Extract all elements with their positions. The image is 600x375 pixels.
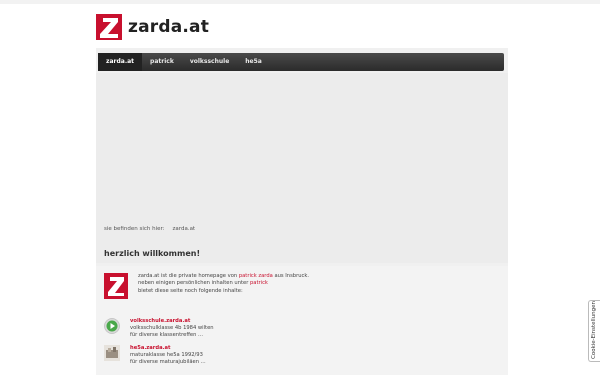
item-text: he5a.zarda.at maturaklasse he5a 1992/93 … — [130, 345, 206, 365]
item-text: volksschule.zarda.at volksschulklasse 4b… — [130, 318, 214, 338]
photo-icon[interactable] — [104, 345, 120, 361]
top-bar — [0, 0, 600, 4]
cookie-settings-button[interactable]: Cookie-Einstellungen — [588, 300, 600, 362]
intro-text-3: neben einigen persönlichen inhalten unte… — [138, 280, 250, 287]
main-nav: zarda.at patrick volksschule he5a — [98, 53, 504, 71]
logo-icon[interactable] — [96, 14, 122, 40]
breadcrumb: sie befinden sich hier: zarda.at — [104, 226, 195, 232]
patrick-zarda-link[interactable]: patrick zarda — [239, 273, 273, 279]
patrick-link[interactable]: patrick — [250, 280, 268, 286]
site-title[interactable]: zarda.at — [128, 17, 209, 37]
intro-text: zarda.at ist die private homepage von pa… — [138, 273, 309, 299]
header-banner — [96, 73, 508, 263]
list-item: volksschule.zarda.at volksschulklasse 4b… — [104, 318, 214, 338]
intro-text-4: bietet diese seite noch folgende inhalte… — [138, 287, 243, 294]
item-desc: volksschulklasse 4b 1984 wilten — [130, 324, 214, 331]
breadcrumb-label: sie befinden sich hier: — [104, 226, 165, 232]
item-desc: für diverse maturajubiläen ... — [130, 358, 206, 365]
cookie-settings-label: Cookie-Einstellungen — [591, 301, 597, 359]
intro-text-1: zarda.at ist die private homepage von — [138, 273, 239, 279]
he5a-link[interactable]: he5a.zarda.at — [130, 345, 206, 352]
intro-block: zarda.at ist die private homepage von pa… — [104, 273, 309, 299]
logo-icon — [104, 273, 128, 299]
nav-item-he5a[interactable]: he5a — [237, 53, 270, 71]
page-title: herzlich willkommen! — [104, 249, 201, 258]
volksschule-link[interactable]: volksschule.zarda.at — [130, 318, 214, 325]
intro-text-2: aus Insbruck. — [272, 273, 310, 279]
item-desc: für diverse klassentreffen ... — [130, 331, 203, 338]
list-item: he5a.zarda.at maturaklasse he5a 1992/93 … — [104, 345, 206, 365]
item-desc: maturaklasse he5a 1992/93 — [130, 351, 203, 358]
nav-item-zarda[interactable]: zarda.at — [98, 53, 143, 71]
play-icon[interactable] — [104, 318, 120, 334]
nav-item-volksschule[interactable]: volksschule — [182, 53, 237, 71]
nav-item-patrick[interactable]: patrick — [142, 53, 182, 71]
breadcrumb-current[interactable]: zarda.at — [173, 226, 196, 232]
site-header: zarda.at — [96, 12, 209, 42]
